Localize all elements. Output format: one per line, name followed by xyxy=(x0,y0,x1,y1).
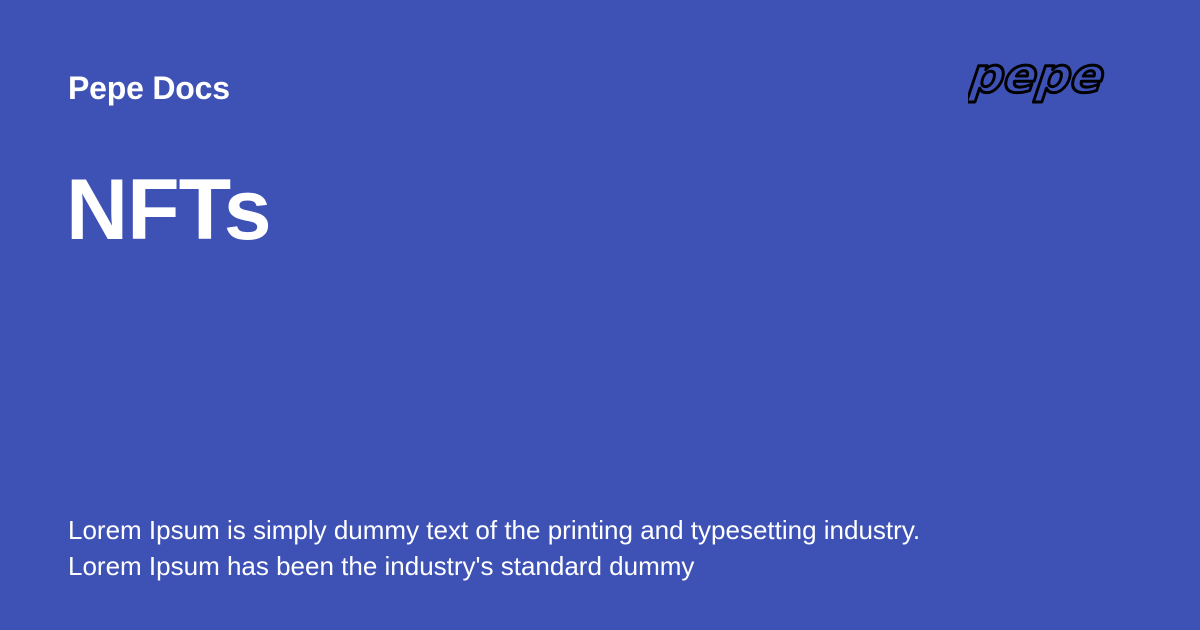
page-title: NFTs xyxy=(66,162,272,258)
page-description: Lorem Ipsum is simply dummy text of the … xyxy=(68,515,921,581)
logo-wordmark-text: pepe xyxy=(968,52,1108,104)
pepe-wordmark-logo-icon: pepe xyxy=(968,52,1124,114)
social-preview-card: Pepe Docs pepe NFTs Lorem Ipsum is simpl… xyxy=(0,0,1200,630)
site-name: Pepe Docs xyxy=(68,70,230,106)
